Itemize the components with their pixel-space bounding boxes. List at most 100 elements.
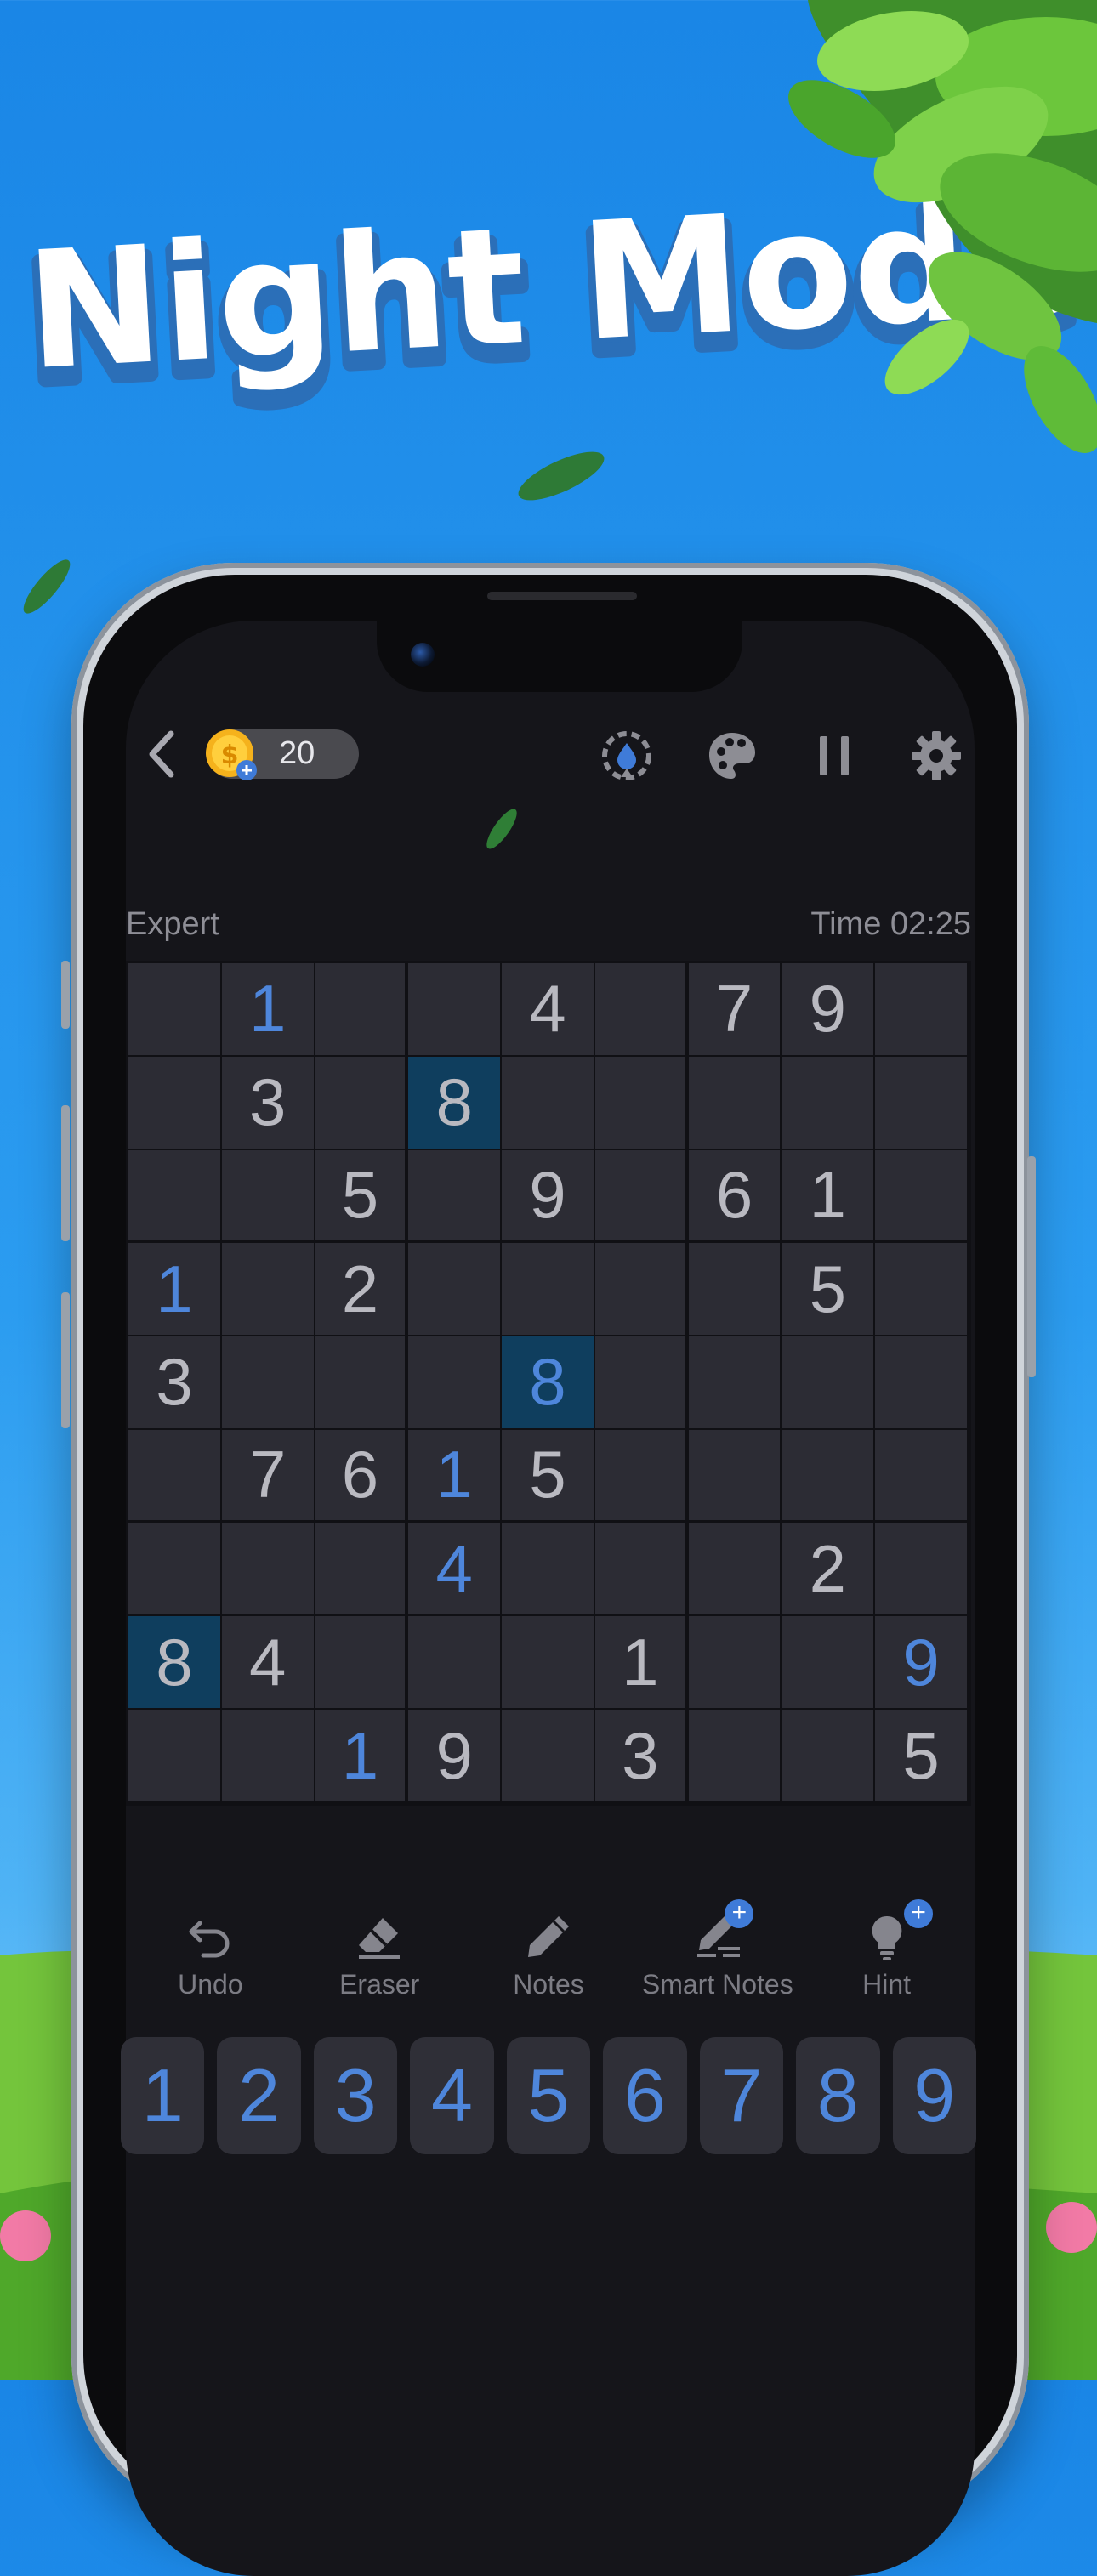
gear-icon[interactable]: [908, 728, 964, 784]
board-cell[interactable]: [782, 1429, 876, 1523]
ink-drop-icon[interactable]: [599, 728, 655, 784]
number-key-6[interactable]: 6: [603, 2037, 687, 2154]
board-cell[interactable]: [221, 1710, 315, 1803]
board-cell[interactable]: 9: [502, 1149, 595, 1244]
board-cell[interactable]: [875, 1523, 969, 1617]
board-cell[interactable]: [408, 1149, 503, 1244]
board-cell[interactable]: [688, 1710, 782, 1803]
number-key-2[interactable]: 2: [217, 2037, 301, 2154]
palette-icon[interactable]: [704, 728, 760, 784]
board-cell[interactable]: [315, 1056, 409, 1150]
board-cell[interactable]: 1: [221, 963, 315, 1057]
board-cell[interactable]: 5: [875, 1710, 969, 1803]
board-cell[interactable]: 4: [502, 963, 595, 1057]
board-cell[interactable]: [875, 1056, 969, 1150]
board-cell[interactable]: 6: [688, 1149, 782, 1244]
board-cell[interactable]: [408, 1336, 503, 1430]
number-key-7[interactable]: 7: [699, 2037, 784, 2154]
board-cell[interactable]: [875, 1429, 969, 1523]
board-cell[interactable]: [221, 1149, 315, 1244]
board-cell[interactable]: [315, 963, 409, 1057]
board-cell[interactable]: [502, 1523, 595, 1617]
board-cell[interactable]: [688, 1523, 782, 1617]
board-cell[interactable]: [128, 1149, 222, 1244]
board-cell[interactable]: [688, 1616, 782, 1711]
board-cell[interactable]: 8: [408, 1056, 503, 1150]
board-cell[interactable]: [875, 963, 969, 1057]
board-cell[interactable]: [128, 963, 222, 1057]
board-cell[interactable]: [875, 1243, 969, 1337]
board-cell[interactable]: 1: [128, 1243, 222, 1337]
board-cell[interactable]: 9: [875, 1616, 969, 1711]
board-cell[interactable]: [594, 1336, 689, 1430]
board-cell[interactable]: [594, 1243, 689, 1337]
board-cell[interactable]: 7: [688, 963, 782, 1057]
board-cell[interactable]: 3: [221, 1056, 315, 1150]
board-cell[interactable]: [875, 1149, 969, 1244]
board-cell[interactable]: [594, 963, 689, 1057]
board-cell[interactable]: [408, 1243, 503, 1337]
board-cell[interactable]: 4: [221, 1616, 315, 1711]
board-cell[interactable]: [782, 1616, 876, 1711]
board-cell[interactable]: [502, 1056, 595, 1150]
board-cell[interactable]: [875, 1336, 969, 1430]
board-cell[interactable]: 5: [315, 1149, 409, 1244]
number-key-4[interactable]: 4: [410, 2037, 494, 2154]
back-icon[interactable]: [140, 727, 186, 781]
board-cell[interactable]: 7: [221, 1429, 315, 1523]
board-cell[interactable]: 4: [408, 1523, 503, 1617]
board-cell[interactable]: [782, 1336, 876, 1430]
board-cell[interactable]: [688, 1243, 782, 1337]
board-cell[interactable]: [688, 1056, 782, 1150]
number-key-9[interactable]: 9: [892, 2037, 976, 2154]
board-cell[interactable]: [128, 1710, 222, 1803]
board-cell[interactable]: 5: [782, 1243, 876, 1337]
board-cell[interactable]: [502, 1616, 595, 1711]
board-cell[interactable]: 2: [315, 1243, 409, 1337]
board-cell[interactable]: [221, 1523, 315, 1617]
number-key-1[interactable]: 1: [121, 2037, 205, 2154]
board-cell[interactable]: [221, 1243, 315, 1337]
hint-button[interactable]: + Hint: [802, 1899, 971, 2005]
board-cell[interactable]: 3: [594, 1710, 689, 1803]
board-cell[interactable]: [594, 1149, 689, 1244]
board-cell[interactable]: [594, 1429, 689, 1523]
board-cell[interactable]: [782, 1710, 876, 1803]
board-cell[interactable]: 5: [502, 1429, 595, 1523]
board-cell[interactable]: [688, 1336, 782, 1430]
board-cell[interactable]: 6: [315, 1429, 409, 1523]
pause-icon[interactable]: [806, 728, 862, 784]
board-cell[interactable]: 1: [782, 1149, 876, 1244]
board-cell[interactable]: 3: [128, 1336, 222, 1430]
smart-notes-button[interactable]: + Smart Notes: [633, 1899, 802, 2005]
board-cell[interactable]: [502, 1243, 595, 1337]
board-cell[interactable]: 1: [408, 1429, 503, 1523]
board-cell[interactable]: [502, 1710, 595, 1803]
eraser-button[interactable]: Eraser: [295, 1911, 464, 2005]
number-key-8[interactable]: 8: [796, 2037, 880, 2154]
board-cell[interactable]: [128, 1056, 222, 1150]
board-cell[interactable]: [688, 1429, 782, 1523]
undo-button[interactable]: Undo: [126, 1911, 295, 2005]
number-key-5[interactable]: 5: [506, 2037, 591, 2154]
board-cell[interactable]: 9: [408, 1710, 503, 1803]
number-key-3[interactable]: 3: [313, 2037, 398, 2154]
board-cell[interactable]: [408, 1616, 503, 1711]
board-cell[interactable]: 9: [782, 963, 876, 1057]
board-cell[interactable]: [315, 1336, 409, 1430]
board-cell[interactable]: 8: [128, 1616, 222, 1711]
board-cell[interactable]: [128, 1523, 222, 1617]
board-cell[interactable]: [408, 963, 503, 1057]
board-cell[interactable]: [594, 1056, 689, 1150]
board-cell[interactable]: 1: [315, 1710, 409, 1803]
board-cell[interactable]: 8: [502, 1336, 595, 1430]
board-cell[interactable]: [128, 1429, 222, 1523]
board-cell[interactable]: 1: [594, 1616, 689, 1711]
board-cell[interactable]: 2: [782, 1523, 876, 1617]
board-cell[interactable]: [315, 1523, 409, 1617]
notes-button[interactable]: Notes: [464, 1911, 634, 2005]
board-cell[interactable]: [594, 1523, 689, 1617]
board-cell[interactable]: [315, 1616, 409, 1711]
board-cell[interactable]: [782, 1056, 876, 1150]
board-cell[interactable]: [221, 1336, 315, 1430]
